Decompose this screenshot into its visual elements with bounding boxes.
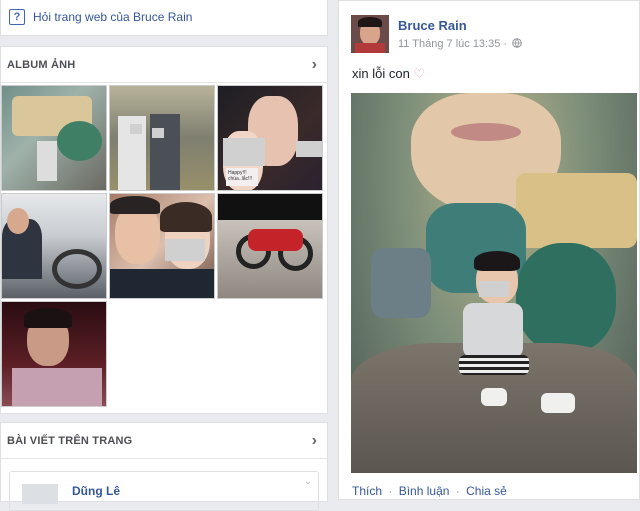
post-author-name[interactable]: Bruce Rain	[398, 18, 467, 33]
album-photo[interactable]	[1, 193, 107, 299]
album-photo[interactable]: Happy!!! chúa..lắc!!!	[217, 85, 323, 191]
post-text: xin lỗi con	[352, 66, 410, 81]
album-photo[interactable]	[217, 193, 323, 299]
ask-page-card[interactable]: ? Hỏi trang web của Bruce Rain	[0, 0, 328, 36]
post-text-row: xin lỗi con ♡	[352, 66, 425, 82]
action-separator: ·	[455, 484, 460, 498]
question-icon: ?	[9, 9, 25, 25]
globe-icon	[512, 38, 522, 48]
posts-header[interactable]: BÀI VIẾT TRÊN TRANG ›	[1, 423, 327, 459]
left-column: ? Hỏi trang web của Bruce Rain ALBUM ẢNH…	[0, 0, 328, 511]
album-photo[interactable]	[109, 193, 215, 299]
chevron-right-icon[interactable]: ›	[312, 432, 317, 450]
posts-title: BÀI VIẾT TRÊN TRANG	[7, 434, 133, 447]
post-photo[interactable]	[351, 93, 637, 473]
chevron-right-icon[interactable]: ›	[312, 56, 317, 74]
page-posts-card: BÀI VIẾT TRÊN TRANG › Dũng Lê ⌄	[0, 422, 328, 511]
post-timestamp[interactable]: 11 Tháng 7 lúc 13:35 ·	[398, 38, 507, 50]
ask-page-link[interactable]: Hỏi trang web của Bruce Rain	[33, 10, 192, 24]
photo-caption: Happy!!! chúa..lắc!!!	[226, 168, 258, 186]
album-header[interactable]: ALBUM ẢNH ›	[1, 47, 327, 83]
like-button[interactable]: Thích	[352, 484, 382, 498]
album-photo[interactable]	[1, 301, 107, 407]
action-separator: ·	[388, 484, 393, 498]
post-actions: Thích · Bình luận · Chia sẻ	[352, 484, 507, 498]
post-timestamp-row: 11 Tháng 7 lúc 13:35 ·	[398, 38, 522, 50]
comment-button[interactable]: Bình luận	[399, 484, 450, 498]
chevron-down-icon[interactable]: ⌄	[304, 476, 312, 487]
album-photo[interactable]	[109, 85, 215, 191]
photo-album-card: ALBUM ẢNH › Happy!!! chúa..lắc!!!	[0, 46, 328, 414]
post-card: Bruce Rain 11 Tháng 7 lúc 13:35 · xin lỗ…	[338, 0, 640, 500]
album-title: ALBUM ẢNH	[7, 58, 76, 71]
post-author-link[interactable]: Dũng Lê	[72, 484, 120, 498]
avatar[interactable]	[22, 484, 58, 504]
avatar[interactable]	[351, 15, 389, 53]
heart-icon: ♡	[413, 66, 426, 81]
share-button[interactable]: Chia sẻ	[466, 484, 507, 498]
list-item[interactable]: Dũng Lê ⌄	[9, 471, 319, 511]
album-photo[interactable]	[1, 85, 107, 191]
